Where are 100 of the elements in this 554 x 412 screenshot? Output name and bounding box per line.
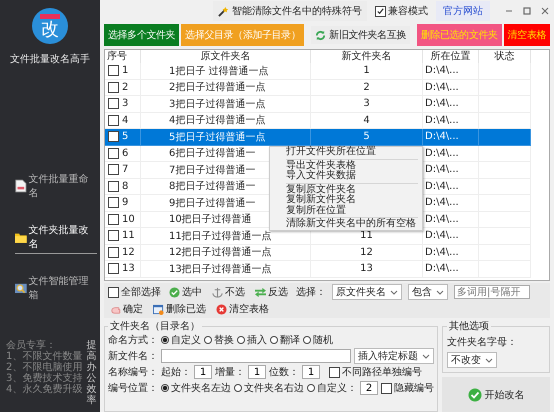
table-row[interactable]: 12 12把日子过得普通一点 12 D:\4\... xyxy=(105,244,531,261)
menu-item[interactable]: 清除新文件夹名中的所有空格 xyxy=(270,219,422,230)
clean-symbols-button[interactable]: 智能清除文件名中的特殊符号 xyxy=(213,1,367,21)
nav-item[interactable]: 文件批量重命名 xyxy=(15,172,97,203)
step-field[interactable]: 1 xyxy=(248,365,266,379)
radio-button[interactable] xyxy=(303,336,311,344)
group-title: 文件夹名（目录名） xyxy=(109,320,201,333)
row-checkbox[interactable] xyxy=(108,148,119,159)
insert-title-dropdown[interactable]: 插入特定标题 xyxy=(354,348,434,364)
table-row[interactable]: 13 13把日子过得普通一点 13 D:\4\... xyxy=(105,261,531,278)
row-checkbox[interactable] xyxy=(108,197,119,208)
table-cell: D:\4\... xyxy=(425,246,459,258)
new-name-field[interactable] xyxy=(161,349,351,363)
radio-button[interactable] xyxy=(270,336,278,344)
row-checkbox[interactable] xyxy=(108,114,119,126)
digits-field[interactable]: 1 xyxy=(302,365,320,379)
checkbox[interactable] xyxy=(381,382,392,394)
menu-item[interactable]: 导出文件夹表格 xyxy=(270,160,422,171)
radio-label: 随机 xyxy=(313,334,333,347)
document-icon xyxy=(15,179,27,193)
radio-button[interactable] xyxy=(307,384,315,392)
row-number: 2 xyxy=(122,82,128,93)
table-cell: D:\4\... xyxy=(425,180,459,192)
swap-arrows-icon xyxy=(255,286,266,298)
checkbox[interactable] xyxy=(108,286,119,298)
field-dropdown[interactable]: 原文件夹名 xyxy=(332,284,402,300)
nav-item[interactable]: 文件智能管理箱 xyxy=(15,274,97,305)
menu-item[interactable]: 导入文件夹数据 xyxy=(270,171,422,182)
row-number: 5 xyxy=(122,131,128,142)
nav-item[interactable]: 文件夹批量改名 xyxy=(15,223,97,254)
swap-names-button[interactable]: 新旧文件夹名互换 xyxy=(311,26,410,44)
custom-position-field[interactable]: 2 xyxy=(360,381,378,395)
caret-icon xyxy=(422,352,430,360)
row-number: 4 xyxy=(122,114,128,126)
table-cell: D:\4\... xyxy=(425,114,459,126)
radio-button[interactable] xyxy=(204,336,212,344)
window-delete-icon xyxy=(153,304,164,314)
row-number: 13 xyxy=(122,263,135,274)
row-checkbox[interactable] xyxy=(108,230,119,242)
menu-item[interactable]: 复制新文件夹名 xyxy=(270,195,422,206)
checkbox[interactable] xyxy=(375,6,386,16)
row-checkbox[interactable] xyxy=(108,180,119,192)
row-checkbox[interactable] xyxy=(108,82,119,93)
field-label: 新文件名： xyxy=(108,350,158,363)
magnifier-icon xyxy=(15,281,27,295)
table-row[interactable]: 1 1把日子 过得普通一点 1 D:\4\... xyxy=(105,63,531,80)
table-cell: D:\4\... xyxy=(425,230,459,242)
logo-banner xyxy=(40,14,60,19)
check-icon xyxy=(468,388,482,402)
confirm-button[interactable]: 确定 xyxy=(108,301,145,317)
row-number: 11 xyxy=(122,230,135,242)
field-label: 文件夹名字母： xyxy=(447,336,517,349)
menu-item[interactable]: 复制所在位置 xyxy=(270,206,422,216)
delete-selected-button[interactable]: 删除已选 xyxy=(151,301,208,317)
row-checkbox[interactable] xyxy=(108,98,119,110)
close-icon[interactable] xyxy=(540,6,550,16)
radio-button[interactable] xyxy=(161,384,169,392)
table-cell: D:\4\... xyxy=(425,214,459,225)
start-rename-button[interactable]: 开始改名 xyxy=(462,386,530,402)
table-row[interactable]: 3 3把日子过得普通一点 3 D:\4\... xyxy=(105,96,531,112)
row-checkbox[interactable] xyxy=(108,214,119,225)
radio-button[interactable] xyxy=(237,336,245,344)
radio-label: 自定义： xyxy=(317,382,357,395)
field-label: 位数： xyxy=(269,366,299,379)
menu-item[interactable]: 打开文件夹所在位置 xyxy=(270,147,422,158)
selection-button[interactable]: 选中 xyxy=(167,284,204,300)
row-checkbox[interactable] xyxy=(108,65,119,76)
website-link[interactable]: 官方网站 xyxy=(436,1,490,21)
table-cell: 3 xyxy=(363,98,370,110)
row-checkbox[interactable] xyxy=(108,246,119,258)
table-cell-text: 8把日子过得普通一 xyxy=(169,180,256,194)
table-row[interactable]: 5 5把日子过得普通一点 5 D:\4\... xyxy=(105,129,531,146)
table-cell: 11 xyxy=(360,230,373,242)
clear-table-button[interactable]: 清空表格 xyxy=(214,301,271,317)
table-row[interactable]: 2 2把日子过得普通一点 2 D:\4\... xyxy=(105,80,531,96)
table-cell-text: 3把日子过得普通一点 xyxy=(169,98,266,111)
field-label: 名称编号： xyxy=(108,366,158,379)
table-cell: D:\4\... xyxy=(425,131,459,142)
row-checkbox[interactable] xyxy=(108,164,119,176)
row-number: 1 xyxy=(122,65,128,76)
keyword-field[interactable]: 多词用|号隔开 xyxy=(454,285,530,299)
selection-button[interactable]: 反选 xyxy=(253,284,290,300)
member-benefits: 会员专享： 1、不限文件数量 2、不限电脑使用 3、免费技术支持 4、永久免费升级 xyxy=(6,340,82,395)
match-dropdown[interactable]: 包含 xyxy=(408,284,448,300)
selection-button[interactable]: 不选 xyxy=(210,284,247,300)
maximize-icon[interactable] xyxy=(522,6,532,16)
table-cell: 12 xyxy=(360,246,373,258)
row-checkbox[interactable] xyxy=(108,131,119,142)
row-number: 3 xyxy=(122,98,128,110)
menu-item[interactable]: 复制原文件夹名 xyxy=(270,184,422,195)
field-label: 起始： xyxy=(161,366,191,379)
radio-button[interactable] xyxy=(161,336,169,344)
radio-label: 翻译 xyxy=(280,334,300,347)
start-field[interactable]: 1 xyxy=(194,365,212,379)
row-checkbox[interactable] xyxy=(108,263,119,274)
checkbox[interactable] xyxy=(329,366,340,378)
column-header[interactable]: 序号 xyxy=(105,50,141,63)
letter-case-dropdown[interactable]: 不改变 xyxy=(447,352,497,368)
toolbar-button[interactable]: 选择多个文件夹 xyxy=(104,24,180,46)
radio-button[interactable] xyxy=(234,384,242,392)
